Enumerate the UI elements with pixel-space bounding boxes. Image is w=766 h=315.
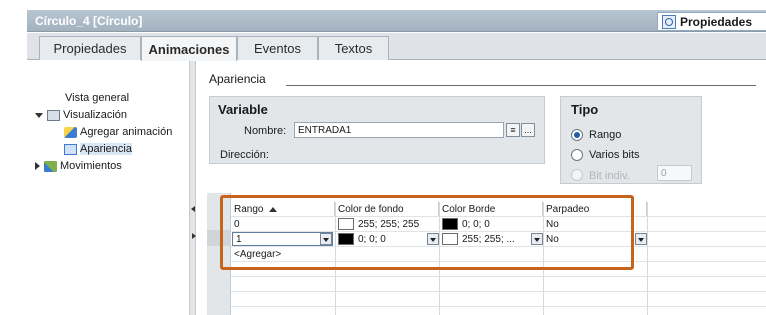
- title-bar: Círculo_4 [Círculo] Propiedades: [0, 0, 766, 36]
- name-label: Nombre:: [244, 125, 287, 137]
- tree-item-movements[interactable]: Movimientos: [35, 160, 122, 172]
- section-divider: [286, 85, 756, 86]
- tree-item-overview[interactable]: Vista general: [65, 92, 129, 104]
- visualization-icon: [47, 109, 60, 121]
- radio-single-bit-label: Bit indiv.: [589, 170, 630, 182]
- properties-icon: [662, 14, 676, 29]
- variable-title: Variable: [218, 102, 268, 117]
- grid-line: [231, 276, 766, 277]
- type-title: Tipo: [571, 102, 599, 117]
- tab-properties[interactable]: Propiedades: [39, 36, 141, 60]
- expand-icon[interactable]: [35, 112, 43, 118]
- window-title: Círculo_4 [Círculo]: [35, 14, 143, 28]
- grid-line: [231, 291, 766, 292]
- properties-button[interactable]: Propiedades: [657, 12, 766, 31]
- section-title: Apariencia: [209, 72, 266, 86]
- radio-range[interactable]: [571, 129, 583, 141]
- radio-multiple-bits-label: Varios bits: [589, 149, 640, 161]
- highlight-box: [220, 195, 634, 270]
- address-label: Dirección:: [220, 149, 269, 161]
- appearance-icon: [64, 143, 77, 155]
- tab-texts[interactable]: Textos: [318, 36, 389, 60]
- collapse-left-icon[interactable]: [191, 206, 195, 212]
- movements-icon: [44, 160, 57, 172]
- tab-strip: Propiedades Animaciones Eventos Textos: [27, 33, 766, 61]
- variable-name-field[interactable]: ENTRADA1: [294, 122, 504, 138]
- bit-number-spinner[interactable]: 0: [657, 165, 692, 181]
- radio-multiple-bits[interactable]: [571, 149, 583, 161]
- title-band: Círculo_4 [Círculo] Propiedades: [27, 10, 766, 32]
- variable-list-icon[interactable]: ≡: [506, 123, 520, 137]
- tree-item-add-animation[interactable]: Agregar animación: [64, 126, 172, 138]
- grid-line: [231, 306, 766, 307]
- dropdown-icon[interactable]: [635, 233, 647, 245]
- type-group: Tipo Rango Varios bits Bit indiv. 0: [560, 96, 702, 184]
- tree-item-visualization[interactable]: Visualización: [35, 109, 127, 121]
- animation-tree: Vista general Visualización Agregar anim…: [27, 61, 189, 315]
- expand-right-icon[interactable]: [192, 233, 196, 239]
- collapse-icon[interactable]: [35, 162, 40, 170]
- browse-button[interactable]: ...: [521, 123, 535, 137]
- tree-item-appearance[interactable]: Apariencia: [64, 143, 132, 155]
- panel-splitter[interactable]: [189, 61, 196, 315]
- tab-events[interactable]: Eventos: [237, 36, 318, 60]
- add-animation-icon: [64, 126, 77, 138]
- tab-animations[interactable]: Animaciones: [141, 36, 237, 61]
- grid-col-line: [647, 202, 648, 315]
- radio-range-label: Rango: [589, 129, 622, 141]
- properties-button-label: Propiedades: [680, 14, 753, 29]
- variable-group: Variable Nombre: ENTRADA1 ≡ ... Direcció…: [209, 96, 545, 164]
- radio-single-bit[interactable]: [571, 169, 583, 181]
- appearance-panel: Apariencia Variable Nombre: ENTRADA1 ≡ .…: [197, 61, 766, 315]
